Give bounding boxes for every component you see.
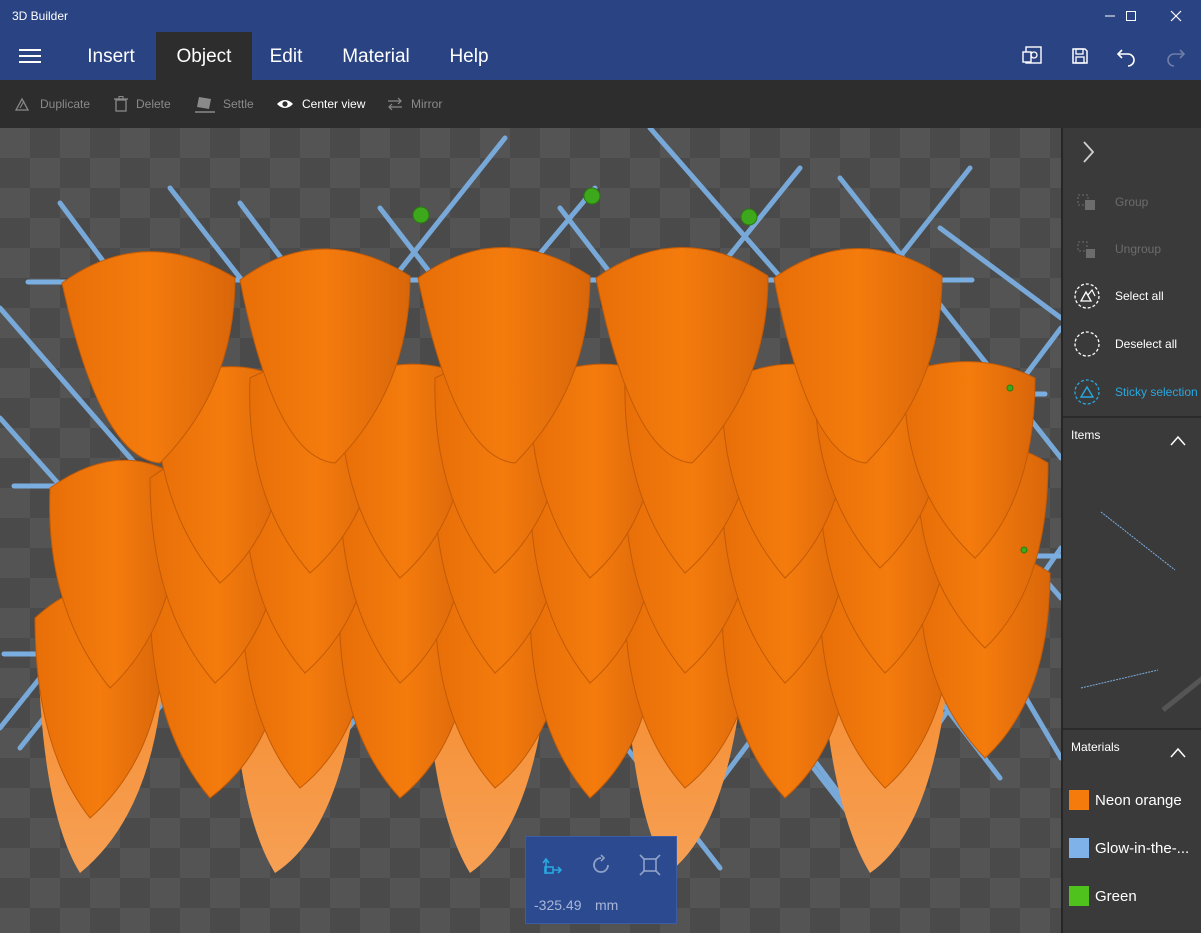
select-all-label: Select all bbox=[1115, 289, 1164, 303]
material-name: Glow-in-the-... bbox=[1095, 839, 1190, 857]
deselect-all-button[interactable]: Deselect all bbox=[1063, 324, 1201, 364]
sticky-selection-label: Sticky selection bbox=[1115, 385, 1198, 399]
move-button[interactable] bbox=[538, 851, 566, 879]
3d-viewport[interactable] bbox=[0, 128, 1061, 933]
save-button[interactable] bbox=[1067, 43, 1093, 69]
undo-icon bbox=[1116, 49, 1135, 67]
tab-object[interactable]: Object bbox=[156, 32, 252, 80]
material-swatch bbox=[1069, 886, 1089, 906]
save-icon bbox=[1072, 48, 1088, 64]
transform-unit: mm bbox=[595, 897, 619, 913]
group-icon bbox=[1077, 194, 1095, 210]
scale-icon bbox=[639, 854, 661, 876]
mirror-icon bbox=[388, 97, 402, 111]
delete-button[interactable]: Delete bbox=[114, 94, 171, 114]
material-glow[interactable]: Glow-in-the-... bbox=[1069, 837, 1189, 859]
select-all-button[interactable]: Select all bbox=[1063, 276, 1201, 316]
ungroup-icon bbox=[1077, 241, 1095, 258]
mirror-button[interactable]: Mirror bbox=[387, 94, 442, 114]
redo-button[interactable] bbox=[1162, 43, 1188, 69]
material-name: Neon orange bbox=[1095, 791, 1182, 809]
rotate-icon bbox=[593, 854, 609, 873]
material-swatch bbox=[1069, 838, 1089, 858]
move-icon bbox=[542, 857, 563, 874]
object-toolbar: Duplicate Delete Settle Center view Mirr… bbox=[0, 80, 1201, 128]
items-thumbnail[interactable] bbox=[1063, 438, 1201, 728]
deselect-all-label: Deselect all bbox=[1115, 337, 1178, 351]
settle-label: Settle bbox=[223, 97, 254, 111]
collapse-panel-icon[interactable] bbox=[1077, 140, 1099, 164]
print-3d-button[interactable] bbox=[1020, 43, 1046, 69]
materials-heading: Materials bbox=[1071, 740, 1120, 754]
3d-scene[interactable] bbox=[0, 128, 1061, 933]
center-view-label: Center view bbox=[302, 97, 366, 111]
material-swatch bbox=[1069, 790, 1089, 810]
title-bar: 3D Builder bbox=[0, 0, 1201, 32]
mirror-label: Mirror bbox=[411, 97, 443, 111]
material-neon-orange[interactable]: Neon orange bbox=[1069, 789, 1182, 811]
tab-help[interactable]: Help bbox=[436, 32, 502, 80]
tab-material[interactable]: Material bbox=[328, 32, 424, 80]
transform-value[interactable]: -325.49 bbox=[534, 897, 581, 913]
rotate-button[interactable] bbox=[587, 851, 615, 879]
ungroup-label: Ungroup bbox=[1115, 242, 1162, 256]
close-button[interactable] bbox=[1153, 0, 1199, 32]
eye-icon bbox=[277, 100, 293, 108]
undo-button[interactable] bbox=[1114, 43, 1140, 69]
tab-insert[interactable]: Insert bbox=[68, 32, 154, 80]
right-panel: Group Ungroup Select all Deselect all St… bbox=[1061, 128, 1201, 933]
divider bbox=[1063, 728, 1201, 730]
delete-icon bbox=[114, 96, 128, 112]
duplicate-label: Duplicate bbox=[40, 97, 91, 111]
delete-label: Delete bbox=[136, 97, 171, 111]
duplicate-button[interactable]: Duplicate bbox=[14, 94, 90, 114]
material-name: Green bbox=[1095, 887, 1137, 905]
group-label: Group bbox=[1115, 195, 1149, 209]
print-3d-icon bbox=[1022, 46, 1042, 64]
group-button[interactable]: Group bbox=[1063, 182, 1201, 222]
hamburger-icon bbox=[19, 49, 41, 63]
duplicate-icon bbox=[14, 97, 30, 111]
settle-icon bbox=[195, 97, 215, 113]
tab-edit[interactable]: Edit bbox=[256, 32, 316, 80]
ungroup-button[interactable]: Ungroup bbox=[1063, 229, 1201, 269]
close-icon bbox=[1170, 10, 1182, 22]
settle-button[interactable]: Settle bbox=[195, 94, 254, 114]
sticky-selection-icon bbox=[1074, 379, 1100, 405]
transform-widget: -325.49 mm bbox=[525, 836, 677, 924]
app-title: 3D Builder bbox=[12, 9, 69, 23]
scale-button[interactable] bbox=[636, 851, 664, 879]
divider bbox=[1063, 416, 1201, 418]
sticky-selection-button[interactable]: Sticky selection bbox=[1063, 372, 1201, 412]
maximize-icon bbox=[1126, 11, 1136, 21]
redo-icon bbox=[1167, 49, 1186, 67]
material-green[interactable]: Green bbox=[1069, 885, 1137, 907]
center-view-button[interactable]: Center view bbox=[276, 94, 365, 114]
deselect-all-icon bbox=[1074, 331, 1100, 357]
hamburger-button[interactable] bbox=[12, 44, 48, 68]
menu-bar: Insert Object Edit Material Help bbox=[0, 32, 1201, 80]
chevron-up-icon[interactable] bbox=[1169, 746, 1187, 760]
select-all-icon bbox=[1074, 283, 1100, 309]
maximize-button[interactable] bbox=[1108, 0, 1154, 32]
